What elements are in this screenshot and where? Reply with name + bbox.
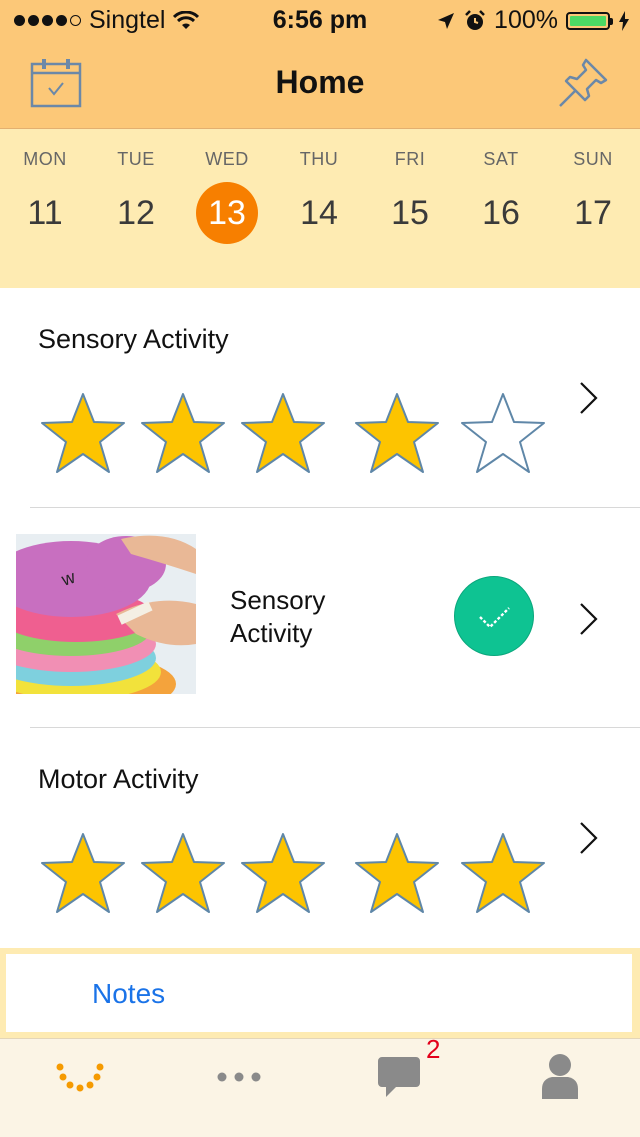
day-of-week: THU xyxy=(299,149,339,169)
check-icon xyxy=(479,607,510,629)
charging-bolt-icon xyxy=(619,10,629,31)
star-filled-icon[interactable] xyxy=(138,390,228,476)
chat-badge: 2 xyxy=(426,1034,441,1064)
nav-bar: Home xyxy=(0,40,640,129)
day-cell[interactable]: SAT 16 xyxy=(456,129,546,244)
status-bar: Singtel 6:56 pm 100% xyxy=(0,0,640,40)
notes-button[interactable]: Notes xyxy=(6,954,632,1032)
day-cell[interactable]: WED 13 xyxy=(182,129,272,244)
profile-icon xyxy=(542,1054,578,1099)
day-number: 15 xyxy=(391,194,429,232)
star-filled-icon[interactable] xyxy=(38,390,128,476)
location-arrow-icon xyxy=(438,12,455,29)
day-of-week: WED xyxy=(205,149,249,169)
star-filled-icon[interactable] xyxy=(138,830,228,916)
battery-percent: 100% xyxy=(494,6,558,34)
rating-title: Sensory Activity xyxy=(38,324,229,354)
more-dots-icon xyxy=(217,1072,261,1082)
day-number: 14 xyxy=(300,194,338,232)
tab-messages[interactable] xyxy=(320,1039,480,1137)
tab-home[interactable] xyxy=(0,1039,160,1137)
notes-section: Notes xyxy=(0,948,640,1038)
star-filled-icon[interactable] xyxy=(238,390,328,476)
day-of-week: TUE xyxy=(117,149,155,169)
day-cell[interactable]: TUE 12 xyxy=(91,129,181,244)
pin-icon[interactable] xyxy=(556,56,610,110)
day-cell[interactable]: THU 14 xyxy=(274,129,364,244)
chevron-right-icon[interactable] xyxy=(578,601,600,637)
rating-section-motor[interactable]: Motor Activity xyxy=(0,728,640,946)
notes-label: Notes xyxy=(92,978,166,1009)
tab-more[interactable] xyxy=(160,1039,320,1137)
chat-bubble-icon xyxy=(378,1057,420,1097)
activity-title-line1: Sensory xyxy=(230,585,326,615)
day-number: 17 xyxy=(574,194,612,232)
day-of-week: SUN xyxy=(573,149,613,169)
activity-title-line2: Activity xyxy=(230,618,313,648)
week-strip: MON 11 TUE 12 WED 13 THU 14 FRI 15 SAT 16 SUN 17 xyxy=(0,129,640,288)
battery-icon xyxy=(566,11,613,30)
day-of-week: SAT xyxy=(483,149,519,169)
home-smile-icon xyxy=(56,1063,104,1092)
day-number: 11 xyxy=(27,194,63,232)
status-right: 100% xyxy=(436,6,630,35)
rating-section-sensory[interactable]: Sensory Activity xyxy=(0,288,640,508)
selected-day-number: 13 xyxy=(196,182,258,244)
day-of-week: FRI xyxy=(394,149,426,169)
day-cell[interactable]: MON 11 xyxy=(0,129,90,244)
battery-level xyxy=(570,15,606,26)
rating-title: Motor Activity xyxy=(38,764,199,794)
star-filled-icon[interactable] xyxy=(458,830,548,916)
day-cell[interactable]: FRI 15 xyxy=(365,129,455,244)
star-filled-icon[interactable] xyxy=(352,390,442,476)
completed-check-button[interactable] xyxy=(454,576,534,656)
activity-title: Sensory Activity xyxy=(230,584,410,650)
chevron-right-icon[interactable] xyxy=(578,820,600,856)
chevron-right-icon[interactable] xyxy=(578,380,600,416)
day-cell[interactable]: SUN 17 xyxy=(548,129,638,244)
day-number: 12 xyxy=(117,194,155,232)
star-filled-icon[interactable] xyxy=(238,830,328,916)
star-filled-icon[interactable] xyxy=(352,830,442,916)
tab-bar xyxy=(0,1038,640,1137)
activity-photo: w xyxy=(16,534,196,694)
alarm-icon xyxy=(465,9,485,30)
tab-profile[interactable] xyxy=(480,1039,640,1137)
day-number: 16 xyxy=(482,194,520,232)
page-title: Home xyxy=(275,64,365,100)
star-empty-icon[interactable] xyxy=(458,390,548,476)
star-filled-icon[interactable] xyxy=(38,830,128,916)
day-of-week: MON xyxy=(23,149,67,169)
